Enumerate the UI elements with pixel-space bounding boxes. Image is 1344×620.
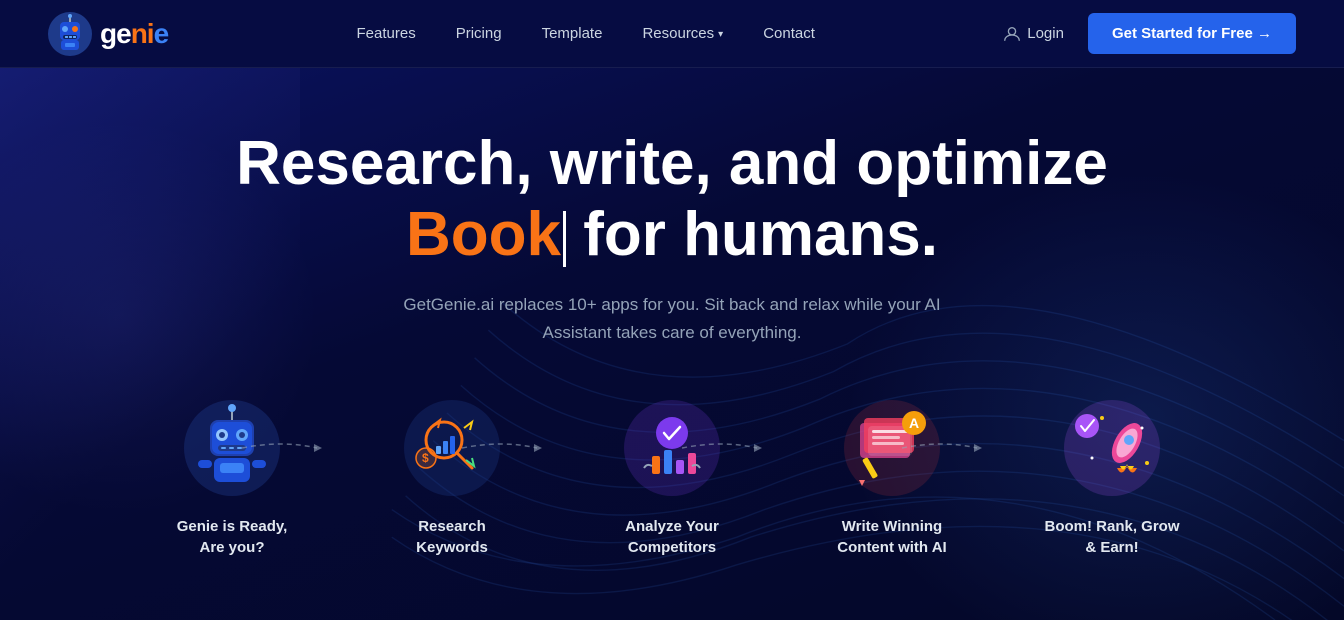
nav-link-pricing[interactable]: Pricing [456,25,502,42]
arrow-2 [462,438,542,458]
nav-item-template[interactable]: Template [542,25,603,43]
step-write-icon: A [842,398,942,498]
hero-subtitle: GetGenie.ai replaces 10+ apps for you. S… [392,291,952,349]
navbar: genie Features Pricing Template Resource… [0,0,1344,68]
svg-text:$: $ [422,451,429,465]
step-rank: Boom! Rank, Grow& Earn! [1002,398,1222,558]
hero-title: Research, write, and optimize Book for h… [48,128,1296,271]
login-button[interactable]: Login [1003,25,1064,43]
nav-item-features[interactable]: Features [357,25,416,43]
nav-item-contact[interactable]: Contact [763,25,815,43]
step-keywords-label: ResearchKeywords [416,516,488,558]
chevron-down-icon: ▾ [718,29,723,40]
step-keywords: $ ResearchKeywords [342,398,562,558]
step-rank-icon [1062,398,1162,498]
arrow-3 [682,438,762,458]
step-competitors-icon [622,398,722,498]
arrow-1 [242,438,322,458]
step-ready-label: Genie is Ready,Are you? [177,516,288,558]
step-competitors: Analyze YourCompetitors [562,398,782,558]
step-rank-label: Boom! Rank, Grow& Earn! [1044,516,1179,558]
nav-item-resources[interactable]: Resources ▾ [642,25,723,42]
step-ready-icon [182,398,282,498]
step-ready: Genie is Ready,Are you? [122,398,342,558]
nav-link-template[interactable]: Template [542,25,603,42]
step-write-label: Write WinningContent with AI [837,516,946,558]
nav-link-resources[interactable]: Resources ▾ [642,25,723,42]
nav-item-pricing[interactable]: Pricing [456,25,502,43]
logo-icon [48,12,92,56]
step-competitors-label: Analyze YourCompetitors [625,516,719,558]
nav-link-features[interactable]: Features [357,25,416,42]
logo-wordmark: genie [100,18,168,50]
arrow-4 [902,438,982,458]
step-write: A Write WinningContent with AI [782,398,1002,558]
nav-links: Features Pricing Template Resources ▾ Co… [357,25,815,43]
rocket-illustration [1062,398,1162,498]
steps-row: Genie is Ready,Are you? [48,398,1296,558]
user-icon [1003,25,1021,43]
svg-text:A: A [909,415,919,431]
step-keywords-icon: $ [402,398,502,498]
get-started-button[interactable]: Get Started for Free → [1088,13,1296,54]
nav-link-contact[interactable]: Contact [763,25,815,42]
nav-right: Login Get Started for Free → [1003,13,1296,54]
hero-section: .wave-line { fill: none; stroke: rgba(59… [0,68,1344,620]
logo[interactable]: genie [48,12,168,56]
